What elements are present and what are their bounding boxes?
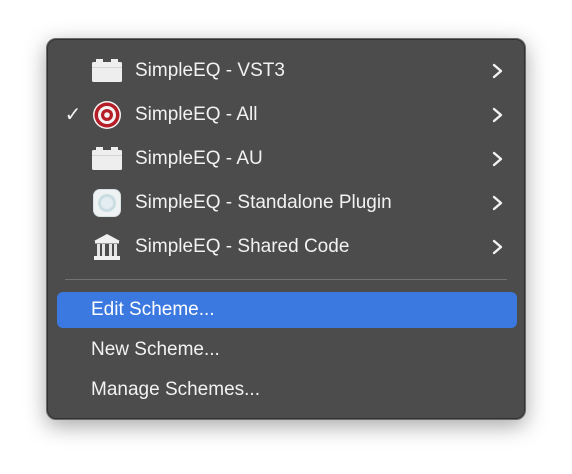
target-icon bbox=[93, 101, 121, 129]
menu-item-label: Edit Scheme... bbox=[91, 299, 215, 320]
menu-item-label: SimpleEQ - Shared Code bbox=[135, 236, 350, 257]
manage-schemes-item[interactable]: Manage Schemes... bbox=[57, 372, 517, 408]
menu-item-simpleeq-standalone-plugin[interactable]: SimpleEQ - Standalone Plugin bbox=[47, 183, 525, 223]
menu-item-simpleeq-au[interactable]: SimpleEQ - AU bbox=[47, 139, 525, 179]
menu-item-label: SimpleEQ - All bbox=[135, 104, 258, 125]
menu-item-label: New Scheme... bbox=[91, 339, 220, 360]
new-scheme-item[interactable]: New Scheme... bbox=[57, 332, 517, 368]
menu-item-label: SimpleEQ - AU bbox=[135, 148, 263, 169]
chevron-right-icon bbox=[492, 107, 503, 123]
menu-item-simpleeq-vst3[interactable]: SimpleEQ - VST3 bbox=[47, 51, 525, 91]
library-icon bbox=[94, 234, 120, 260]
menu-item-label: SimpleEQ - Standalone Plugin bbox=[135, 192, 392, 213]
app-icon bbox=[93, 189, 121, 217]
menu-item-label: SimpleEQ - VST3 bbox=[135, 60, 285, 81]
menu-divider bbox=[65, 279, 507, 280]
menu-item-simpleeq-shared-code[interactable]: SimpleEQ - Shared Code bbox=[47, 227, 525, 267]
menu-item-simpleeq-all[interactable]: ✓ SimpleEQ - All bbox=[47, 95, 525, 135]
chevron-right-icon bbox=[492, 63, 503, 79]
chevron-right-icon bbox=[492, 151, 503, 167]
edit-scheme-item[interactable]: Edit Scheme... bbox=[57, 292, 517, 328]
plugin-icon bbox=[92, 147, 122, 170]
menu-item-label: Manage Schemes... bbox=[91, 379, 260, 400]
chevron-right-icon bbox=[492, 239, 503, 255]
plugin-icon bbox=[92, 59, 122, 82]
checkmark-icon: ✓ bbox=[64, 104, 82, 126]
scheme-menu: SimpleEQ - VST3 ✓ SimpleEQ - All SimpleE… bbox=[46, 38, 526, 420]
chevron-right-icon bbox=[492, 195, 503, 211]
